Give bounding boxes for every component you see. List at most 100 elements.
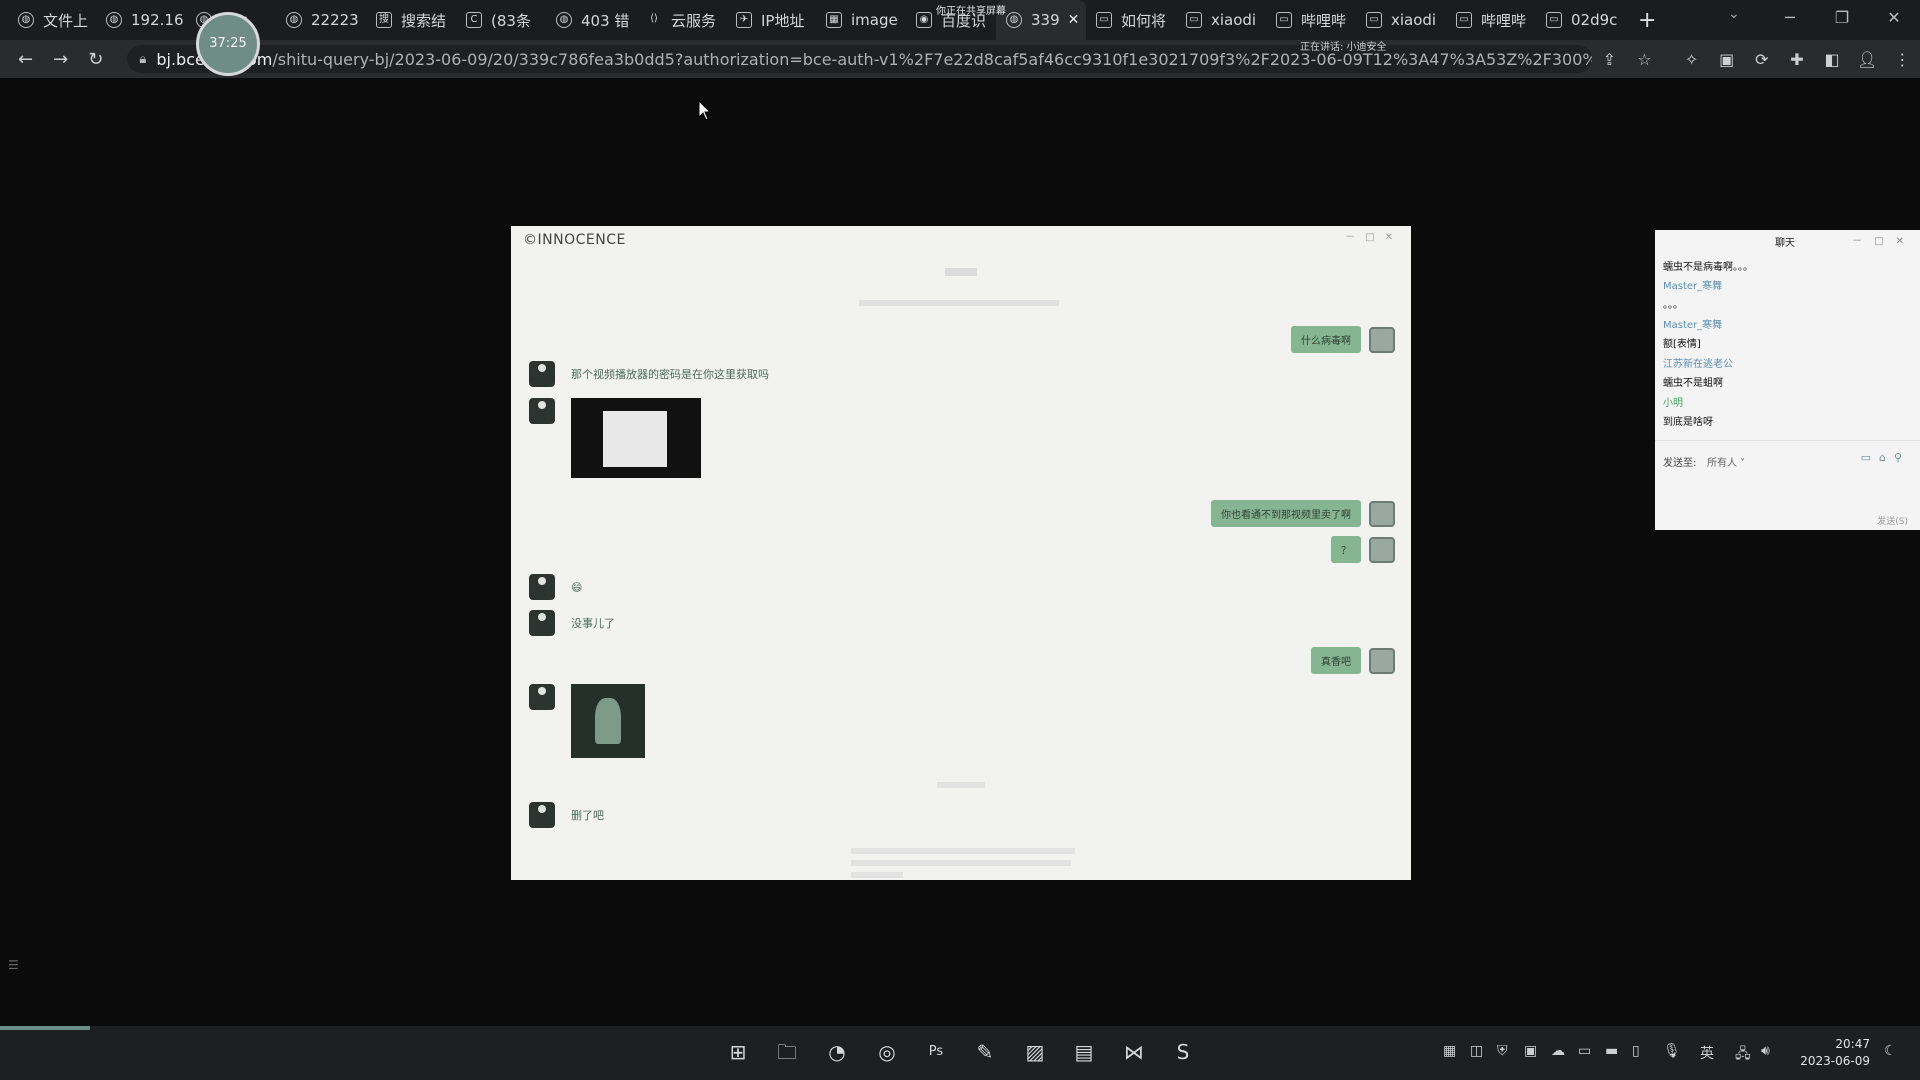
- message-left-image: [529, 398, 701, 478]
- timestamp-faint: [937, 782, 985, 788]
- tray-display-icon[interactable]: ▭: [1578, 1043, 1591, 1059]
- url-path: /shitu-query-bj/2023-06-09/20/339c786fea…: [272, 49, 1592, 69]
- share-icon[interactable]: ⇪: [1592, 50, 1627, 69]
- avatar: [529, 802, 555, 828]
- back-icon[interactable]: ←: [8, 49, 43, 70]
- globe-icon: ◍: [556, 12, 572, 28]
- tray-camera-icon[interactable]: ◫: [1470, 1043, 1483, 1059]
- taskbar-accent: [0, 1026, 90, 1030]
- sync-icon[interactable]: ⟳: [1744, 50, 1779, 69]
- recording-timer[interactable]: 37:25: [196, 12, 260, 76]
- file-explorer-icon[interactable]: 🗀︎: [774, 1039, 800, 1065]
- message-right: 你也看通不到那视频里卖了啊: [1211, 500, 1395, 527]
- close-tab-icon[interactable]: ✕: [1068, 12, 1080, 28]
- chat-panel-controls[interactable]: －□✕: [1852, 232, 1916, 247]
- sublime-text-icon[interactable]: S: [1170, 1039, 1196, 1065]
- minimize-icon[interactable]: ─: [1764, 0, 1816, 40]
- chat-line: 到底是啥呀: [1663, 417, 1713, 428]
- tab-1[interactable]: ◍ 文件上: [0, 0, 96, 40]
- edge-browser-icon[interactable]: ◔: [824, 1039, 850, 1065]
- chat-tools-icons[interactable]: ▭⌂⚲: [1861, 451, 1910, 464]
- reload-icon[interactable]: ↻: [78, 49, 113, 70]
- close-window-icon[interactable]: ✕: [1868, 0, 1920, 40]
- ip-icon: ✈: [736, 12, 752, 28]
- photos-app-icon[interactable]: ▨: [1022, 1039, 1048, 1065]
- volume-icon[interactable]: 🔊︎: [1761, 1043, 1770, 1059]
- chat-line: 额[表情]: [1663, 339, 1701, 350]
- tray-shield-icon[interactable]: ⛨: [1497, 1043, 1508, 1059]
- footer-notice-faint-3: [851, 872, 903, 878]
- screenshot-thumbnail[interactable]: [571, 398, 701, 478]
- message-left: 😄: [529, 574, 582, 600]
- tab-18[interactable]: ▭ 02d9c: [1536, 0, 1626, 40]
- tray-cloud-icon[interactable]: ☁: [1551, 1043, 1565, 1059]
- new-tab-button[interactable]: +: [1638, 8, 1656, 33]
- tab-4[interactable]: ◍ 22223: [276, 0, 366, 40]
- avatar: [1369, 500, 1395, 527]
- tab-2[interactable]: ◍ 192.16: [96, 0, 186, 40]
- restore-icon[interactable]: ❐: [1816, 0, 1868, 40]
- send-to-label: 发送至:: [1663, 458, 1697, 469]
- image-icon: ▦: [826, 12, 842, 28]
- divider: [1655, 440, 1920, 441]
- bookmark-star-icon[interactable]: ☆: [1627, 50, 1662, 69]
- profile-icon[interactable]: 👤︎: [1850, 50, 1885, 69]
- system-clock[interactable]: 20:47 2023-06-09: [1790, 1036, 1870, 1070]
- tv-icon: ▭: [1456, 12, 1472, 28]
- notes-app-icon[interactable]: ✎: [972, 1039, 998, 1065]
- screen-share-notice: 你正在共享屏幕: [936, 6, 1006, 17]
- ime-indicator[interactable]: 英: [1700, 1043, 1714, 1063]
- chat-panel-title: 聊天: [1775, 238, 1795, 249]
- app-brand: ©INNOCENCE: [523, 232, 626, 248]
- message-left: 删了吧: [529, 802, 604, 828]
- extensions-puzzle-icon[interactable]: ✚: [1779, 50, 1814, 69]
- chat-line: 蠕虫不是蛆啊: [1663, 378, 1723, 389]
- side-handle-icon[interactable]: ☰: [8, 958, 19, 972]
- tab-17[interactable]: ▭ 哔哩哔: [1446, 0, 1536, 40]
- photoshop-icon[interactable]: Ps: [923, 1039, 949, 1065]
- chat-line: 。。。: [1663, 300, 1683, 311]
- extension-pin-icon[interactable]: ✧: [1674, 50, 1709, 69]
- start-menu-icon[interactable]: ⊞: [725, 1039, 751, 1065]
- tab-14[interactable]: ▭ xiaodi: [1176, 0, 1266, 40]
- remote-desktop-icon[interactable]: ▤: [1071, 1039, 1097, 1065]
- network-icon[interactable]: 🖧︎: [1735, 1043, 1751, 1067]
- menu-kebab-icon[interactable]: ⋮: [1885, 50, 1920, 69]
- tv-icon: ▭: [1366, 12, 1382, 28]
- tab-15[interactable]: ▭ 哔哩哔: [1266, 0, 1356, 40]
- avatar: [529, 398, 555, 424]
- tab-6[interactable]: C (83条: [456, 0, 546, 40]
- vscode-icon[interactable]: ⋈: [1121, 1039, 1147, 1065]
- tray-usb-icon[interactable]: ▯: [1632, 1043, 1640, 1059]
- tab-7[interactable]: ◍ 403 错: [546, 0, 636, 40]
- notification-moon-icon[interactable]: ☾: [1884, 1043, 1897, 1059]
- clock-date: 2023-06-09: [1800, 1054, 1870, 1068]
- forward-icon[interactable]: →: [43, 49, 78, 70]
- thumbnail-inner-window: [603, 411, 667, 467]
- send-to-select[interactable]: 所有人 ˅: [1707, 454, 1745, 469]
- tray-box-icon[interactable]: ▣: [1524, 1043, 1537, 1059]
- translate-icon[interactable]: ▣: [1709, 50, 1744, 69]
- side-panel-icon[interactable]: ◧: [1815, 50, 1850, 69]
- tab-16[interactable]: ▭ xiaodi: [1356, 0, 1446, 40]
- tab-10[interactable]: ▦ image: [816, 0, 906, 40]
- chat-input[interactable]: [1663, 470, 1912, 510]
- tab-5[interactable]: 搜搜索结: [366, 0, 456, 40]
- chat-sender: 小明: [1663, 398, 1683, 409]
- tab-active[interactable]: ◍ 339 ✕: [996, 0, 1086, 40]
- shared-chat-window: ©INNOCENCE －□✕ 什么病毒啊 那个视频播放器的密码是在你这里获取吗 …: [511, 226, 1411, 880]
- chat-sender: Master_寒舞: [1663, 281, 1723, 292]
- send-button[interactable]: 发送(S): [1877, 514, 1908, 527]
- tray-screen-icon[interactable]: ▬: [1605, 1043, 1618, 1059]
- sticker-image[interactable]: [571, 684, 645, 758]
- tab-search-chevron-icon[interactable]: ⌄: [1728, 6, 1740, 22]
- tab-8[interactable]: ⟨⟩ 云服务: [636, 0, 726, 40]
- footer-notice-faint-1: [851, 848, 1075, 854]
- microphone-icon[interactable]: 🎙︎: [1663, 1043, 1681, 1059]
- chrome-browser-icon[interactable]: ◎: [874, 1039, 900, 1065]
- tray-app-icon[interactable]: ▦: [1443, 1043, 1456, 1059]
- tab-13[interactable]: ▭ 如何将: [1086, 0, 1176, 40]
- tab-9[interactable]: ✈ IP地址: [726, 0, 816, 40]
- tv-icon: ▭: [1546, 12, 1562, 28]
- clock-time: 20:47: [1835, 1037, 1870, 1051]
